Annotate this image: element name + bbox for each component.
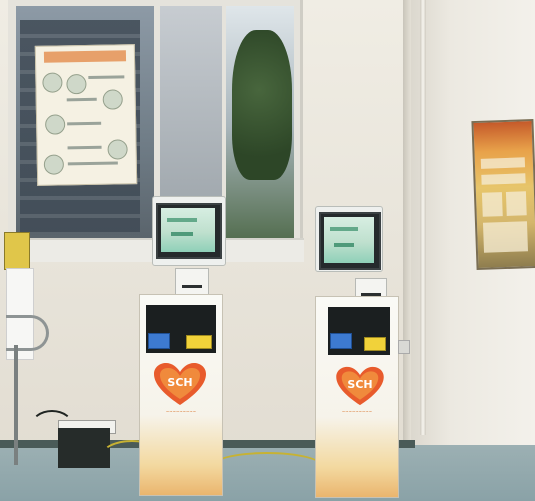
kiosk-touchscreen[interactable] [324,217,374,263]
poster-text-line [67,121,102,126]
info-poster [34,44,138,186]
blue-label [330,333,352,349]
card-reader-panel [328,307,390,355]
card-reader-panel [146,305,216,353]
printer-slot[interactable] [182,285,202,288]
heart-logo-icon: SCH [152,361,208,407]
yellow-label [364,337,386,351]
poster-icon [66,73,87,95]
wall-pipe [420,0,426,435]
poster-text-line [66,97,97,102]
logo-text: SCH [167,376,193,389]
screen-element [167,218,197,222]
stand-arm [6,315,49,351]
screen-button[interactable] [334,243,354,247]
logo-caption: ~~~~~~~~~ [165,409,197,414]
poster-text-line [67,145,102,150]
cable [30,410,74,444]
poster-text-line [88,75,125,79]
poster-icon [43,154,65,175]
photo-scene: SCH ~~~~~~~~~ SCH ~~~~~~~~~ [0,0,535,501]
screen-element [330,227,358,231]
bulletin-row [481,173,526,185]
stand-pole [14,345,18,465]
kiosk-body: SCH ~~~~~~~~~ [139,294,223,496]
logo-caption: ~~~~~~~~~ [341,409,373,414]
yellow-label [186,335,212,349]
wall-corner [403,0,411,470]
outside-tree [232,30,292,180]
blue-label [148,333,170,349]
poster-header [43,50,127,63]
bulletin-row [480,157,526,169]
bulletin-photo [481,192,503,217]
poster-icon [44,114,66,135]
kiosk-touchscreen[interactable] [161,208,215,252]
kiosk-screen-bezel [319,212,381,270]
bulletin-poster [471,118,535,271]
kiosk-body: SCH ~~~~~~~~~ [315,296,399,498]
heart-logo-icon: SCH [334,365,386,407]
cable [210,452,324,482]
screen-button[interactable] [171,232,193,236]
logo-text: SCH [347,378,373,391]
poster-icon [107,139,128,160]
bulletin-block [482,221,528,253]
poster-icon [42,72,63,93]
side-hook [398,340,410,354]
bulletin-photo [505,191,527,216]
poster-icon [102,89,123,110]
kiosk-screen-bezel [156,203,222,259]
yellow-sign [4,232,30,270]
poster-text-line [67,161,118,166]
